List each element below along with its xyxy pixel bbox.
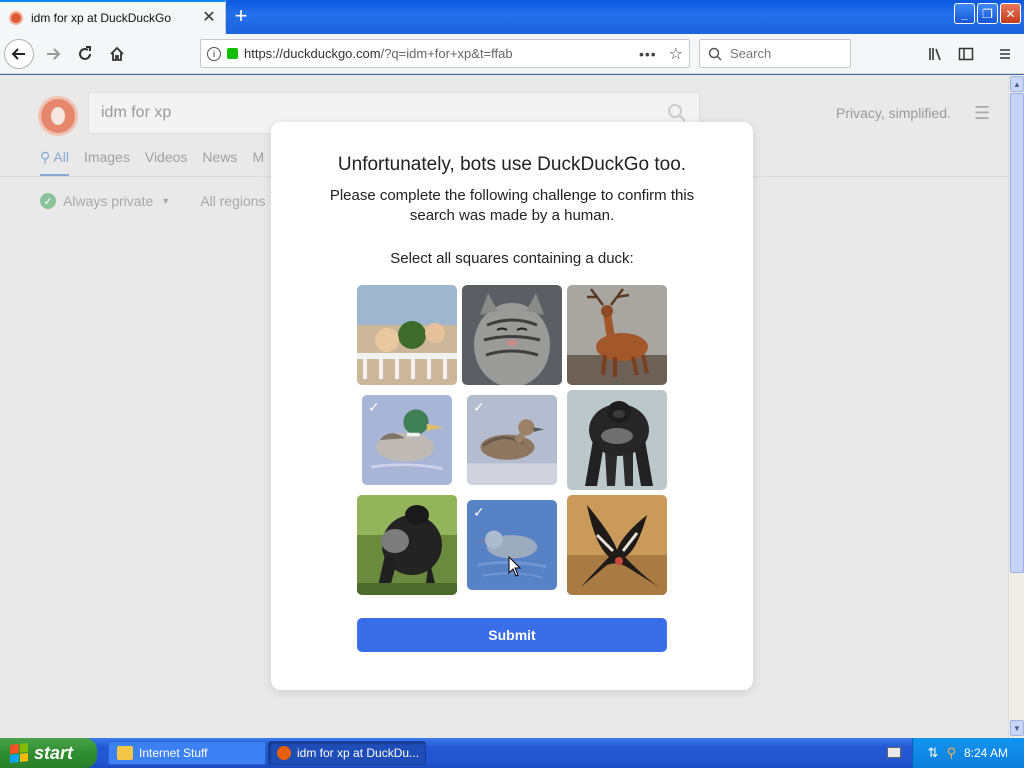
scrollbar-thumb[interactable] [1010,93,1024,573]
restore-window-icon[interactable]: ❐ [977,3,998,24]
vertical-scrollbar[interactable]: ▲ ▼ [1008,75,1024,738]
captcha-tile-mallard-duck[interactable]: ✓ [362,395,452,485]
back-arrow-icon[interactable] [4,39,34,69]
submit-button[interactable]: Submit [357,618,667,652]
hamburger-menu-icon[interactable] [990,39,1020,69]
condor-image [567,495,667,595]
close-window-icon[interactable]: ✕ [1000,3,1021,24]
keyboard-icon[interactable] [887,747,901,758]
library-icon[interactable] [920,39,950,69]
url-path: /?q=idm+for+xp&t=ffab [380,46,513,61]
tab-videos[interactable]: Videos [145,149,188,176]
duckduckgo-favicon-icon [9,11,23,25]
dogs-image [357,285,457,385]
browser-navbar: i https://duckduckgo.com/?q=idm+for+xp&t… [0,34,1024,74]
page-search-icon[interactable] [667,103,687,123]
captcha-tile-condor[interactable] [567,495,667,595]
start-button[interactable]: start [0,738,97,768]
taskbar-item-internet-stuff[interactable]: Internet Stuff [108,741,266,765]
window-controls: _ ❐ ✕ [954,3,1021,24]
page-actions-icon[interactable]: ••• [639,46,657,62]
folder-icon [117,746,133,760]
gorilla-image [357,495,457,595]
taskbar: start Internet Stuff idm for xp at DuckD… [0,738,1024,768]
firefox-icon [277,746,291,760]
page-menu-icon[interactable]: ☰ [974,103,990,124]
captcha-tile-dogs[interactable] [357,285,457,385]
captcha-title: Unfortunately, bots use DuckDuckGo too. [337,154,687,175]
captcha-tile-deer[interactable] [567,285,667,385]
captcha-tile-cat[interactable] [462,285,562,385]
new-tab-icon[interactable]: + [229,5,253,29]
clock[interactable]: 8:24 AM [964,746,1008,760]
checkmark-circle-icon: ✓ [40,193,56,209]
gorilla-image [567,390,667,490]
browser-tab-active[interactable]: idm for xp at DuckDuckGo ✕ [0,0,226,34]
search-icon [708,47,722,61]
secure-lock-icon [227,48,238,59]
url-text[interactable]: https://duckduckgo.com/?q=idm+for+xp&t=f… [244,46,639,61]
captcha-tile-gorilla-1[interactable] [567,390,667,490]
windows-logo-icon [10,743,28,763]
taskbar-item-firefox[interactable]: idm for xp at DuckDu... [268,741,426,765]
sidebar-toggle-icon[interactable] [951,39,981,69]
network-icon[interactable]: ⇅ [928,745,939,761]
page-content: idm for xp Privacy, simplified. ☰ ⚲ All … [0,75,1008,738]
captcha-modal: Unfortunately, bots use DuckDuckGo too. … [271,122,753,690]
forward-arrow-icon[interactable] [38,39,68,69]
selected-check-icon: ✓ [473,504,485,520]
duckduckgo-logo-icon[interactable] [38,96,78,136]
browser-titlebar: idm for xp at DuckDuckGo ✕ + _ ❐ ✕ [0,0,1024,34]
captcha-tile-gorilla-2[interactable] [357,495,457,595]
task2-label: idm for xp at DuckDu... [297,746,420,760]
system-tray: ⇅ ⚲ 8:24 AM [912,738,1024,768]
tab-title: idm for xp at DuckDuckGo [31,11,172,25]
captcha-instruction: Select all squares containing a duck: [390,250,634,267]
minimize-window-icon[interactable]: _ [954,3,975,24]
reload-icon[interactable] [70,39,100,69]
browser-search-box[interactable]: Search [699,39,851,68]
tab-all[interactable]: ⚲ All [40,149,69,176]
url-host: https://duckduckgo.com [244,46,381,61]
search-placeholder: Search [730,46,772,61]
always-private-filter[interactable]: Always private [63,193,153,209]
search-tray-icon[interactable]: ⚲ [946,745,956,761]
deer-image [567,285,667,385]
bookmark-star-icon[interactable]: ☆ [669,44,683,64]
task1-label: Internet Stuff [139,746,208,760]
captcha-tile-brown-duck[interactable]: ✓ [467,395,557,485]
tab-all-label: All [53,149,69,165]
query-text: idm for xp [101,104,172,121]
search-filters: ✓ Always private ▼ All regions [40,193,266,209]
chevron-down-icon[interactable]: ▼ [161,196,170,206]
address-bar[interactable]: i https://duckduckgo.com/?q=idm+for+xp&t… [200,39,690,68]
selected-check-icon: ✓ [368,399,380,415]
close-tab-icon[interactable]: ✕ [199,10,219,26]
region-filter[interactable]: All regions [200,193,265,209]
home-icon[interactable] [102,39,132,69]
tab-news[interactable]: News [202,149,237,176]
tab-images[interactable]: Images [84,149,130,176]
mouse-cursor-icon [508,556,522,577]
cat-image [462,285,562,385]
privacy-tagline[interactable]: Privacy, simplified. [836,105,951,121]
selected-check-icon: ✓ [473,399,485,415]
tab-more[interactable]: M [252,149,264,176]
start-label: start [34,742,74,763]
captcha-subtitle: Please complete the following challenge … [329,187,695,224]
scroll-up-icon[interactable]: ▲ [1010,76,1024,92]
scroll-down-icon[interactable]: ▼ [1010,720,1024,736]
info-icon[interactable]: i [207,46,221,61]
captcha-image-grid: ✓ ✓ ✓ [357,285,667,595]
result-type-tabs: ⚲ All Images Videos News M [40,149,279,176]
